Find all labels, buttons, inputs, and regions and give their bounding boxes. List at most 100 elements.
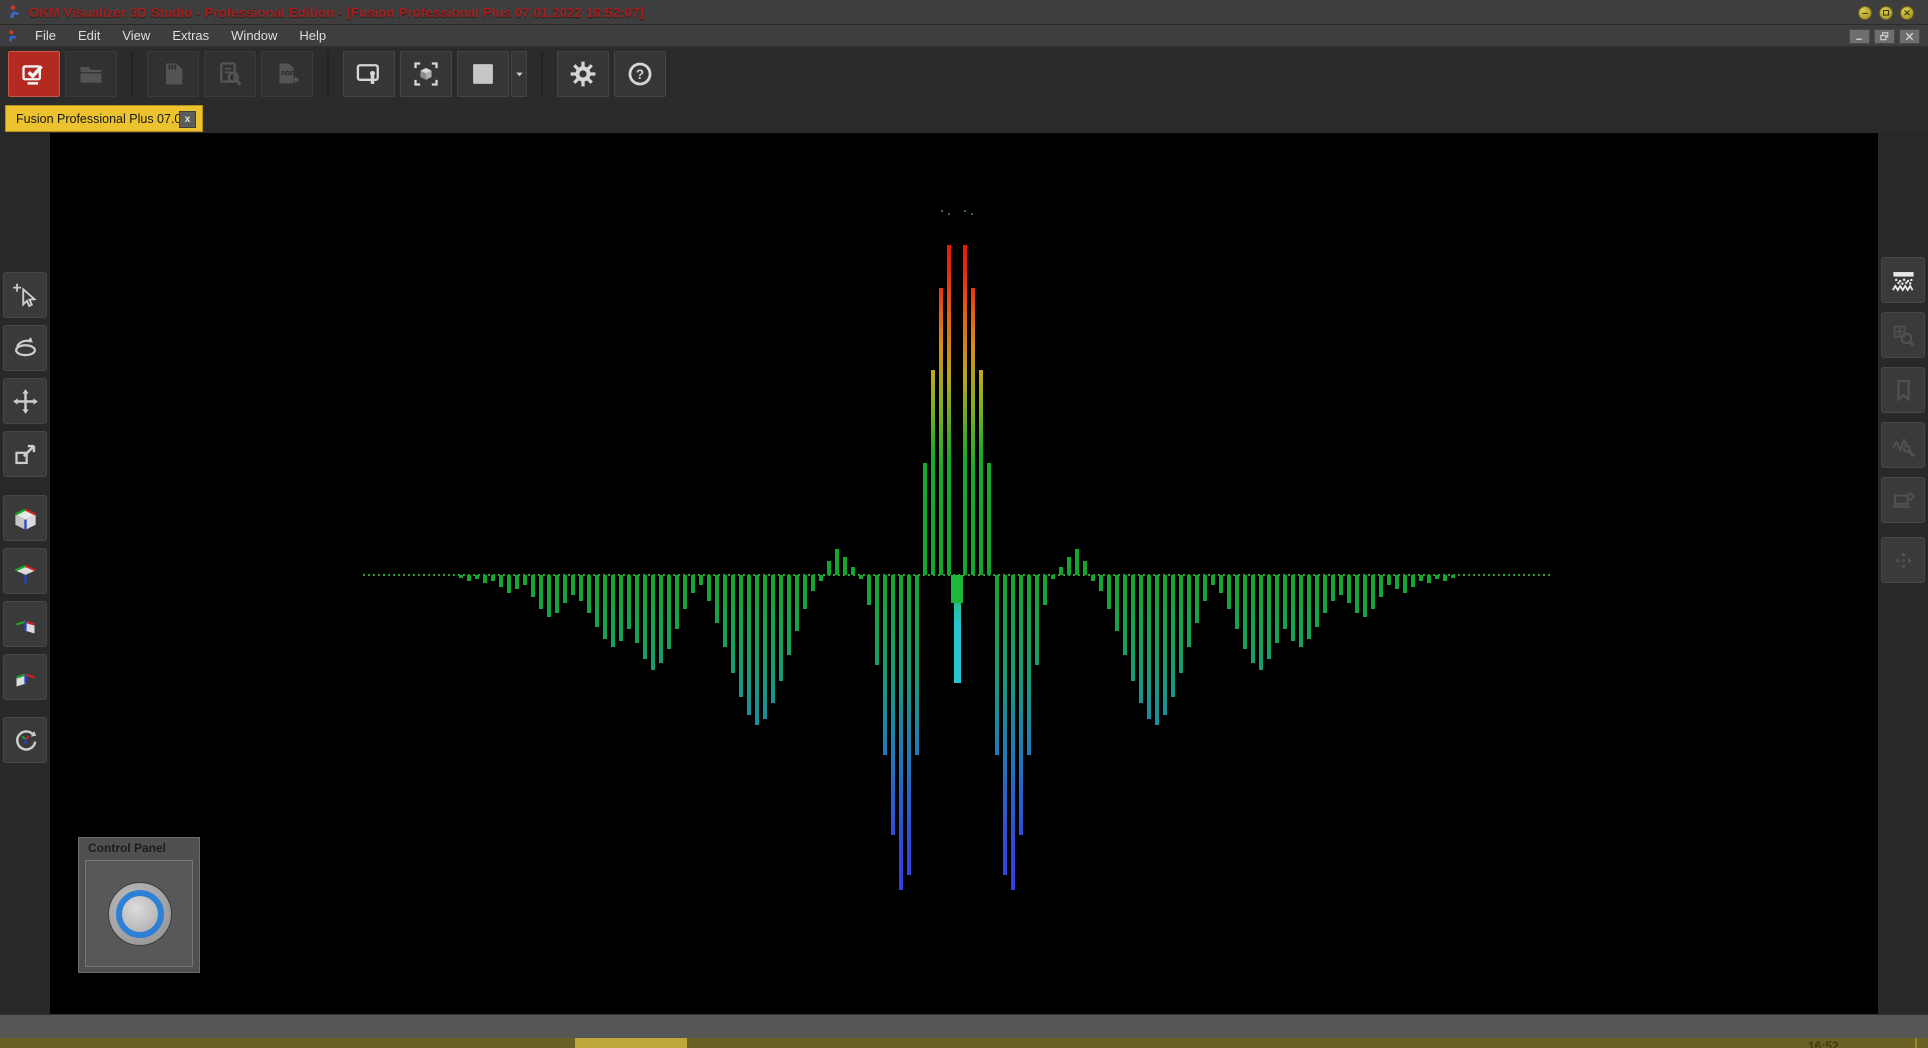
toolbar-fit-view-3d-button[interactable] (400, 51, 452, 97)
lefttool-reset-rotation-button[interactable] (3, 717, 47, 763)
window-minimize-button[interactable] (1858, 6, 1872, 20)
scan-canvas-3d[interactable] (50, 133, 1878, 1014)
taskbar-divider (1915, 1038, 1917, 1048)
lefttool-view-side-left-button[interactable] (3, 654, 47, 700)
signal-bar (1083, 561, 1087, 575)
signal-bar (1187, 575, 1191, 647)
toolbar-open-file-button[interactable] (65, 51, 117, 97)
window-close-button[interactable] (1900, 6, 1914, 20)
lefttool-select-button[interactable] (3, 272, 47, 318)
signal-bar (1139, 575, 1143, 703)
signal-bar (523, 575, 527, 585)
mdi-minimize-button[interactable] (1849, 29, 1870, 44)
righttool-signal-correction-button[interactable] (1881, 422, 1925, 468)
signal-bar (1003, 575, 1007, 875)
tab-close-button[interactable]: x (179, 111, 196, 128)
righttool-bookmark-button[interactable] (1881, 367, 1925, 413)
menubar: FileEditViewExtrasWindowHelp (0, 25, 1928, 47)
signal-bar (683, 575, 687, 609)
right-tool-strip (1878, 133, 1928, 1014)
signal-bar (1163, 575, 1167, 715)
mdi-restore-button[interactable] (1874, 29, 1895, 44)
window-title: OKM Visualizer 3D Studio - Professional … (29, 5, 644, 20)
lefttool-view-3d-button[interactable] (3, 495, 47, 541)
signal-bar (587, 575, 591, 613)
app-logo-small-icon (6, 29, 20, 43)
signal-bar (723, 575, 727, 647)
menu-item-file[interactable]: File (24, 26, 67, 45)
toolbar-export-pdf-button[interactable]: PDF (261, 51, 313, 97)
workspace (0, 133, 1928, 1014)
window-controls (1858, 6, 1914, 20)
app-logo-icon (7, 4, 23, 20)
sd-card-icon (159, 60, 187, 88)
toolbar-save-scan-button[interactable] (147, 51, 199, 97)
taskbar-active-item[interactable] (575, 1038, 687, 1048)
toolbar-separator (131, 52, 133, 96)
signal-bar (707, 575, 711, 601)
menu-item-help[interactable]: Help (288, 26, 337, 45)
view-top-icon (12, 558, 39, 585)
signal-bar (1291, 575, 1295, 641)
toolbar-help-button[interactable]: ? (614, 51, 666, 97)
signal-bar (475, 575, 479, 579)
toolbar-connect-device-button[interactable] (8, 51, 60, 97)
signal-bar (627, 575, 631, 629)
signal-bar (1347, 575, 1351, 603)
control-panel-power-button[interactable] (108, 882, 172, 946)
lefttool-view-top-button[interactable] (3, 548, 47, 594)
signal-bar (675, 575, 679, 629)
toolbar-background-color-button[interactable] (457, 51, 509, 97)
signal-artifact-dot (964, 210, 966, 212)
toolbar-settings-button[interactable] (557, 51, 609, 97)
signal-bar (731, 575, 735, 673)
signal-bar (555, 575, 559, 613)
signal-bar (827, 561, 831, 575)
mdi-close-button[interactable] (1899, 29, 1920, 44)
swatch-icon (469, 60, 497, 88)
document-tab[interactable]: Fusion Professional Plus 07.0... x (5, 105, 203, 132)
signal-bar (579, 575, 583, 601)
toolbar-separator (541, 52, 543, 96)
signal-bar (763, 575, 767, 719)
signal-bar (1395, 575, 1399, 589)
signal-bar (931, 370, 935, 575)
signal-bar (923, 463, 927, 575)
righttool-grid-zoom-button[interactable] (1881, 312, 1925, 358)
toolbar-background-color-dropdown[interactable] (511, 51, 527, 97)
menu-item-edit[interactable]: Edit (67, 26, 111, 45)
signal-bar (891, 575, 895, 835)
signal-bar (939, 288, 943, 575)
tablet-touch-icon (355, 60, 383, 88)
menu-item-extras[interactable]: Extras (161, 26, 220, 45)
window-maximize-button[interactable] (1879, 6, 1893, 20)
lefttool-view-side-right-button[interactable] (3, 601, 47, 647)
pdf-export-icon: PDF (273, 60, 301, 88)
toolbar-separator (327, 52, 329, 96)
menu-item-view[interactable]: View (111, 26, 161, 45)
toolbar-scan-report-button[interactable] (204, 51, 256, 97)
signal-bar (1243, 575, 1247, 649)
signal-bar (859, 575, 863, 579)
control-panel-title: Control Panel (79, 838, 199, 855)
signal-bar (1387, 575, 1391, 585)
lefttool-scale-button[interactable] (3, 431, 47, 477)
signal-bar (539, 575, 543, 609)
folder-icon (77, 60, 105, 88)
signal-bar (531, 575, 535, 597)
signal-bar (883, 575, 887, 755)
menu-item-window[interactable]: Window (220, 26, 288, 45)
righttool-device-options-button[interactable] (1881, 477, 1925, 523)
lefttool-rotate-button[interactable] (3, 325, 47, 371)
signal-bar (571, 575, 575, 595)
signal-bar (1443, 575, 1447, 581)
lefttool-move-button[interactable] (3, 378, 47, 424)
toolbar-touch-mode-button[interactable] (343, 51, 395, 97)
signal-bar (515, 575, 519, 589)
righttool-ground-level-button[interactable] (1881, 257, 1925, 303)
righttool-pan-view-button[interactable] (1881, 537, 1925, 583)
signal-bar (811, 575, 815, 591)
signal-bar (1051, 575, 1055, 579)
cube-select-icon (412, 60, 440, 88)
signal-bar (1019, 575, 1023, 835)
